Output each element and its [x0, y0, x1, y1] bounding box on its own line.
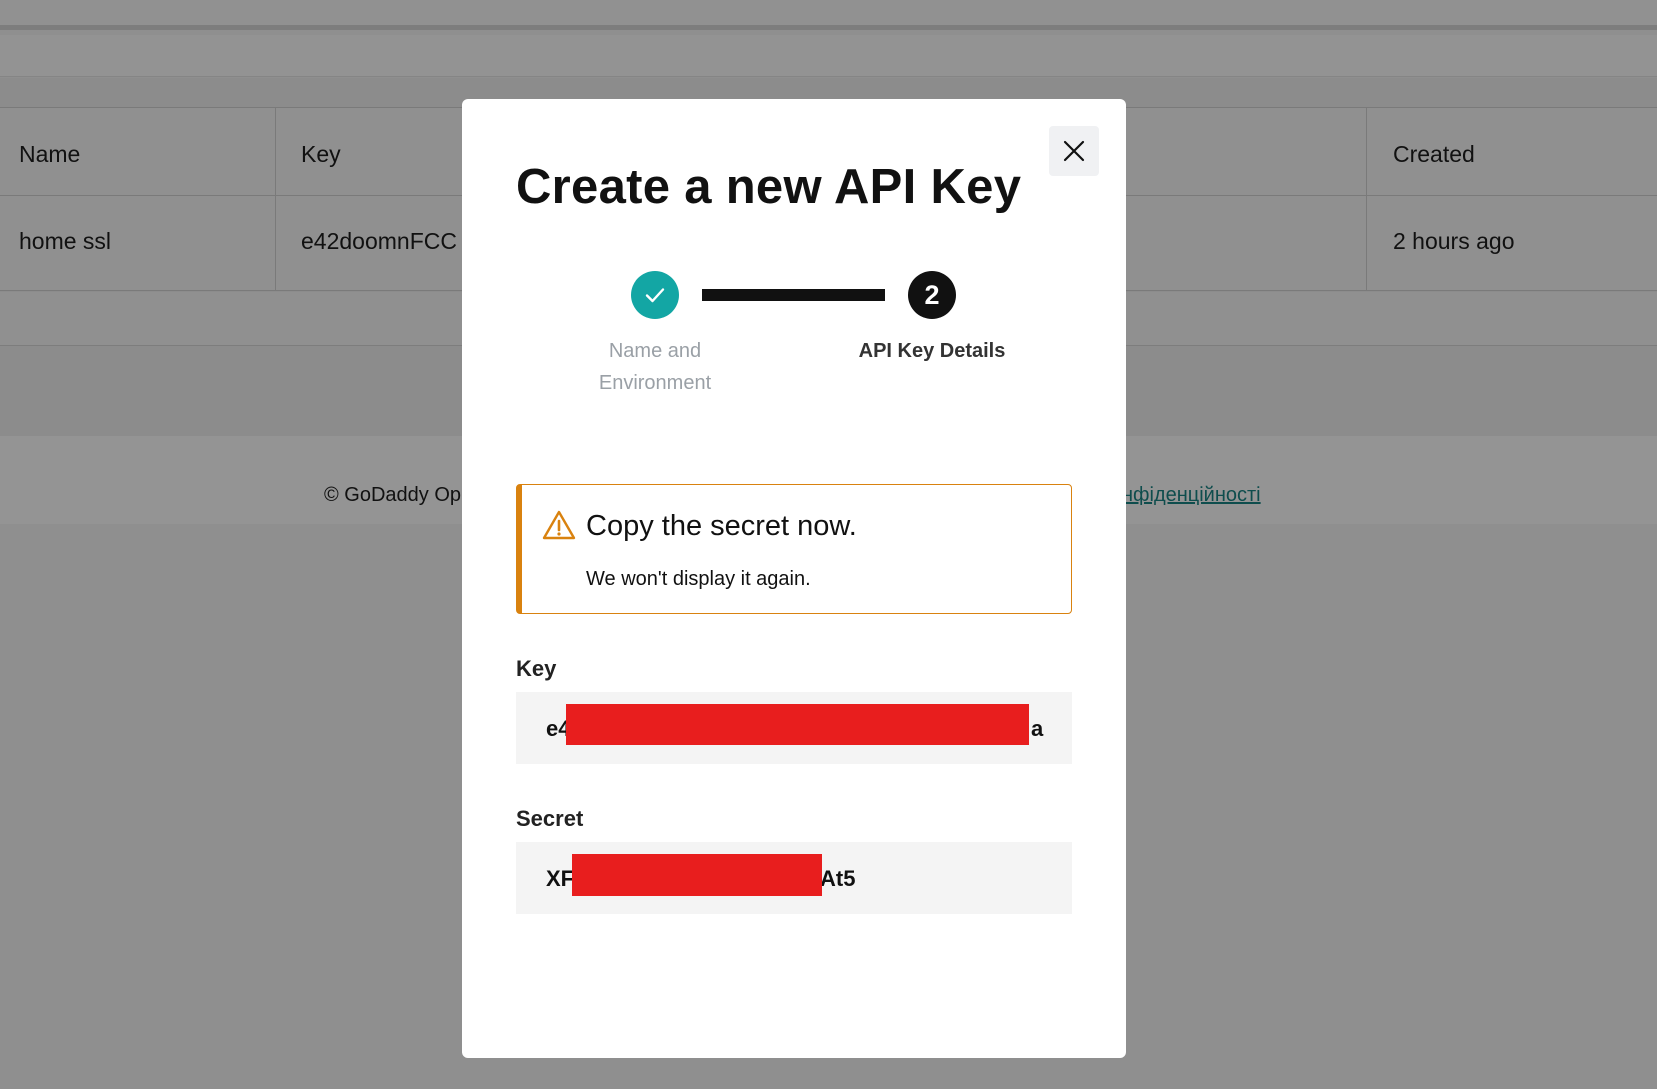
warning-icon — [542, 510, 576, 540]
background-column-divider — [1366, 108, 1367, 291]
column-header-name: Name — [19, 141, 81, 167]
close-icon — [1063, 140, 1085, 162]
alert-body: We won't display it again. — [586, 568, 811, 590]
check-icon — [645, 288, 665, 303]
secret-label: Secret — [516, 806, 584, 831]
secret-redaction-bar — [572, 854, 822, 896]
step-1-indicator — [631, 271, 679, 319]
step-2-indicator: 2 — [908, 271, 956, 319]
step-1-label: Name and Environment — [598, 340, 712, 394]
background-band — [0, 35, 1657, 77]
footer-privacy-link[interactable]: нфіденційності — [1122, 484, 1261, 507]
background-column-divider — [275, 108, 276, 291]
background-top-bar — [0, 0, 1657, 30]
create-api-key-dialog: Create a new API Key 2 Name and Environm… — [462, 99, 1126, 1058]
alert-title: Copy the secret now. — [586, 510, 857, 542]
key-redaction-bar — [566, 704, 1029, 745]
column-header-key: Key — [301, 141, 341, 167]
table-cell-created: 2 hours ago — [1393, 228, 1515, 254]
footer-copyright: © GoDaddy Op — [324, 484, 462, 506]
close-button[interactable] — [1049, 126, 1099, 176]
table-cell-name: home ssl — [19, 228, 112, 254]
key-value-suffix: a — [1031, 716, 1044, 741]
key-label: Key — [516, 656, 557, 681]
copy-secret-alert: Copy the secret now. We won't display it… — [516, 484, 1072, 614]
step-2-label: API Key Details — [858, 340, 1006, 362]
dialog-title: Create a new API Key — [516, 160, 1022, 214]
secret-value-prefix: XF — [546, 866, 575, 891]
page: Name Key Created home ssl e42doomnFCC 2 … — [0, 0, 1657, 1089]
secret-value-suffix: At5 — [820, 866, 856, 891]
secret-field[interactable]: XF At5 — [516, 842, 1072, 914]
step-progress-line — [702, 289, 885, 301]
key-field[interactable]: e4 a — [516, 692, 1072, 764]
column-header-created: Created — [1393, 141, 1475, 167]
table-cell-key: e42doomnFCC — [301, 228, 457, 254]
